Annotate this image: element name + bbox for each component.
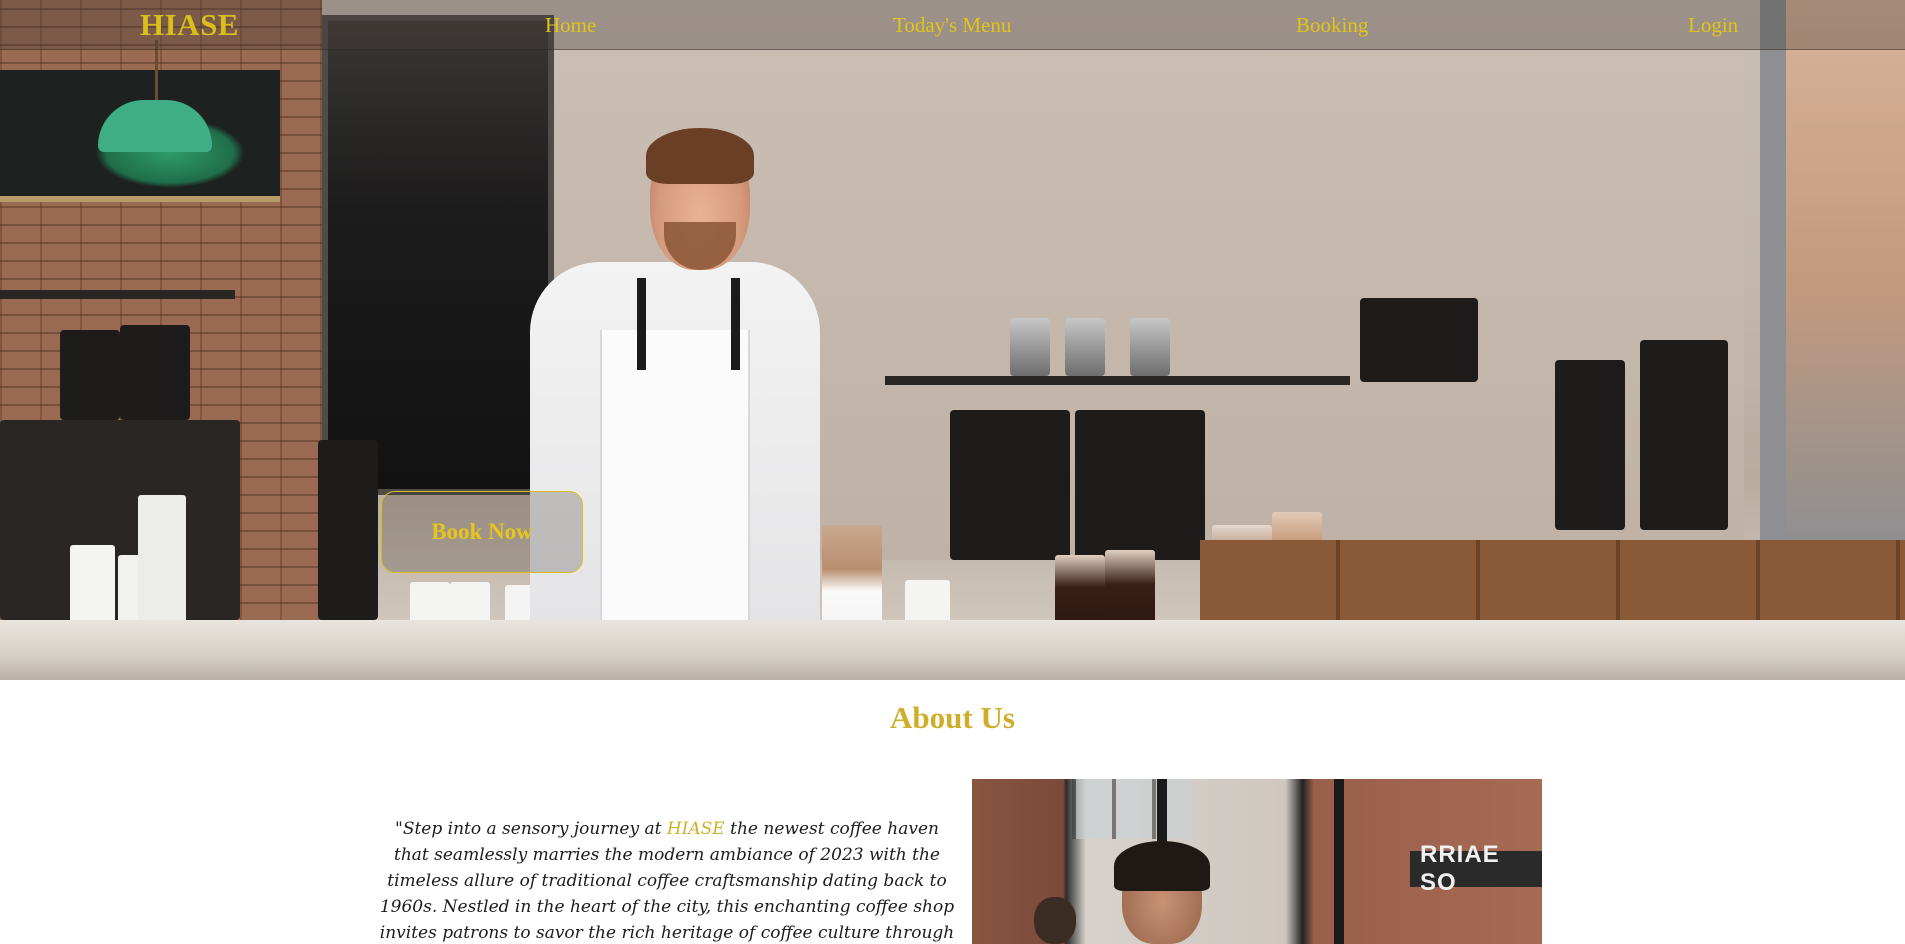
photo-window-frame — [1334, 779, 1344, 944]
milk-jug — [138, 495, 186, 625]
grinder-canister — [1130, 318, 1170, 376]
top-navbar: HIASE Home Today's Menu Booking Login — [0, 0, 1905, 50]
book-now-button[interactable]: Book Now — [381, 491, 583, 573]
nav-booking[interactable]: Booking — [1296, 13, 1368, 38]
nav-home[interactable]: Home — [545, 13, 596, 38]
menu-board — [1360, 298, 1478, 382]
wall-shelf — [0, 290, 235, 299]
about-us-heading: About Us — [890, 700, 1015, 735]
about-text-intro: "Step into a sensory journey at — [395, 819, 667, 839]
hero-image — [0, 0, 1905, 680]
barista-apron — [600, 330, 750, 622]
photo-store-sign: RRIAE SO — [1410, 841, 1542, 896]
apron-strap — [637, 278, 646, 370]
espresso-machine — [1075, 410, 1205, 560]
about-us-text: "Step into a sensory journey at HIASE th… — [378, 816, 956, 944]
about-us-photo: RRIAE SO — [972, 779, 1542, 944]
street-window — [1760, 0, 1905, 560]
site-logo[interactable]: HIASE — [140, 7, 239, 43]
nav-todays-menu[interactable]: Today's Menu — [893, 13, 1011, 38]
nav-login[interactable]: Login — [1688, 13, 1738, 38]
wood-counter — [1200, 540, 1905, 620]
doorway — [322, 15, 554, 495]
pour-over-station — [1555, 360, 1625, 530]
photo-person-hair — [1114, 841, 1210, 891]
wall-shelf — [885, 376, 1190, 385]
grinder — [60, 330, 120, 420]
countertop — [0, 620, 1905, 680]
grinder-canister — [1065, 318, 1105, 376]
photo-window — [1072, 779, 1192, 839]
pour-over-station — [1640, 340, 1728, 530]
barista-hair — [646, 128, 754, 184]
about-brand-name: HIASE — [666, 819, 725, 839]
grinder — [120, 325, 190, 420]
grinder-canister — [1010, 318, 1050, 376]
espresso-machine — [950, 410, 1070, 560]
wall-shelf — [1190, 376, 1350, 385]
brewer — [318, 440, 378, 620]
photo-background-person — [1034, 897, 1076, 944]
milk-jug — [70, 545, 115, 625]
coffee-glass — [822, 525, 882, 635]
apron-strap — [731, 278, 740, 370]
